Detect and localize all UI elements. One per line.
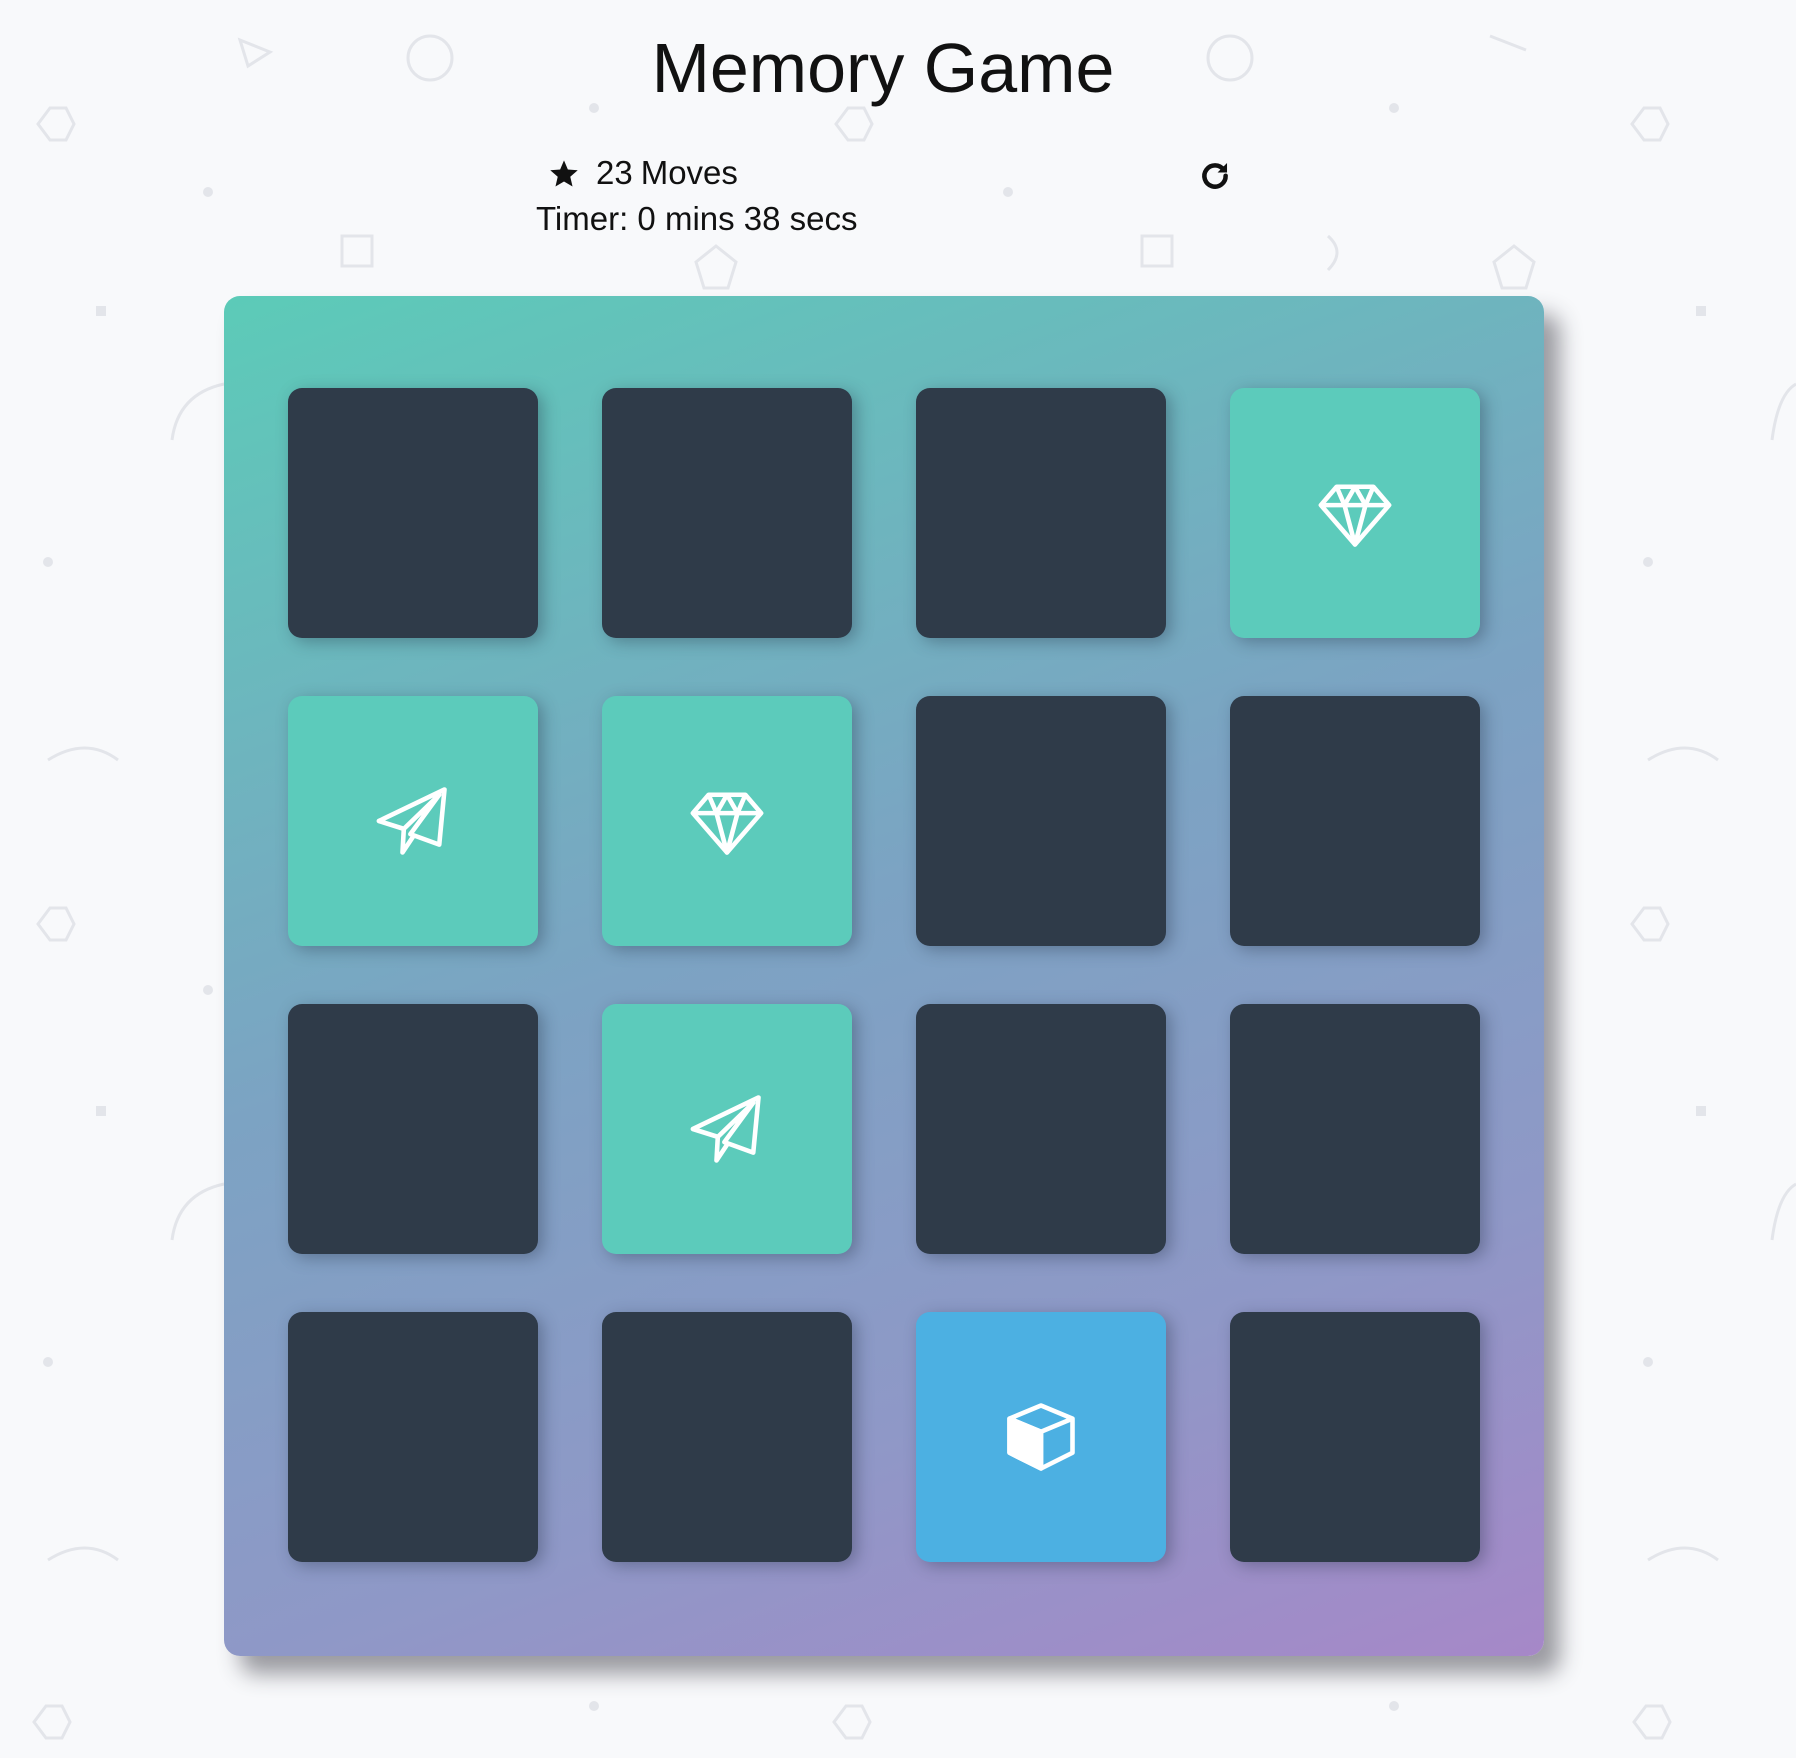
card-closed[interactable] (916, 388, 1166, 638)
moves-label: Moves (640, 154, 738, 191)
restart-icon (1202, 162, 1228, 189)
card-closed[interactable] (916, 696, 1166, 946)
card-deck (224, 296, 1544, 1656)
cube-icon (1007, 1403, 1075, 1471)
star-icon (548, 158, 580, 195)
card-closed[interactable] (916, 1004, 1166, 1254)
restart-button[interactable] (1198, 158, 1232, 192)
card-closed[interactable] (1230, 1312, 1480, 1562)
score-panel: 23 Moves Timer: 0 mins 38 secs (536, 150, 1246, 250)
card-closed[interactable] (602, 388, 852, 638)
card-closed[interactable] (288, 1004, 538, 1254)
diamond-icon (1318, 484, 1392, 547)
star-rating (548, 158, 580, 195)
card-match[interactable] (602, 696, 852, 946)
moves-count: 23 (596, 154, 633, 191)
card-closed[interactable] (1230, 696, 1480, 946)
card-match[interactable] (602, 1004, 852, 1254)
diamond-icon (690, 792, 764, 855)
card-closed[interactable] (288, 388, 538, 638)
timer: Timer: 0 mins 38 secs (536, 200, 858, 237)
paper-plane-icon (376, 787, 447, 855)
card-open[interactable] (916, 1312, 1166, 1562)
card-match[interactable] (1230, 388, 1480, 638)
card-match[interactable] (288, 696, 538, 946)
card-closed[interactable] (1230, 1004, 1480, 1254)
moves-counter: 23 Moves (596, 154, 746, 192)
card-closed[interactable] (288, 1312, 538, 1562)
page-title: Memory Game (651, 29, 1115, 107)
card-closed[interactable] (602, 1312, 852, 1562)
paper-plane-icon (690, 1095, 761, 1163)
